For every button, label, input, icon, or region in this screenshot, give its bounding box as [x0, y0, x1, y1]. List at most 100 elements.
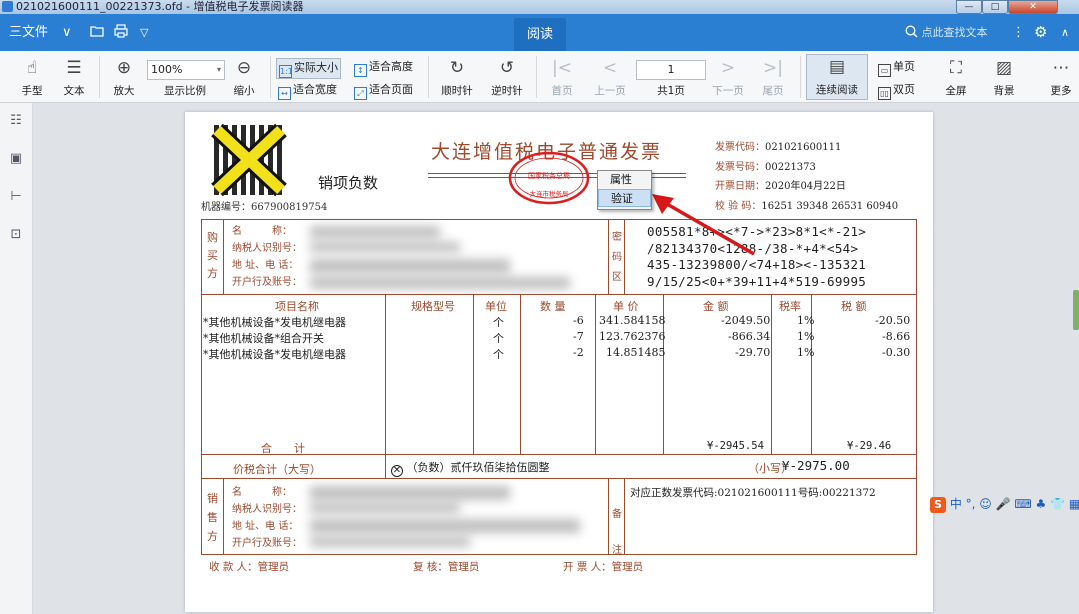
search-icon [905, 25, 918, 38]
invoice-page: 销项负数 机器编号：667900819754 大连增值税电子普通发票 国家税务总… [185, 112, 933, 612]
col-header-rate: 税率 [779, 300, 801, 313]
tab-read[interactable]: 阅读 [514, 18, 566, 51]
fit-width-label: 适合宽度 [293, 83, 337, 96]
redacted-seller-addr [310, 519, 580, 533]
continuous-read-button[interactable]: ▤ 连续阅读 [806, 54, 868, 100]
rotate-ccw-button[interactable]: ↺ 逆时针 [487, 56, 527, 98]
menu-bar: 三文件 ∨ ▽ 阅读 点此查找文本 ⋮ ⚙ ∧ [0, 14, 1079, 51]
total-tax: ¥-29.46 [847, 440, 892, 452]
settings-icon[interactable]: ⚙ [1034, 14, 1047, 51]
seal-text-top: 国家税务总局 [528, 171, 570, 180]
file-menu[interactable]: 三文件 [9, 14, 48, 51]
context-menu-verify[interactable]: 验证 [598, 189, 651, 207]
actual-size-button[interactable]: 1:1实际大小 [276, 58, 341, 79]
search-box[interactable]: 点此查找文本 [905, 14, 988, 51]
fit-height-button[interactable]: ↕ 适合高度 [354, 58, 413, 77]
text-tool-button[interactable]: ☰ 文本 [56, 56, 92, 98]
toolbar: ☝ 手型 ☰ 文本 ⊕ 放大 100% ▾ 显示比例 ⊖ 缩小 1:1实际大小 ↔ 适合宽度… [0, 51, 1079, 103]
maximize-button[interactable]: □ [982, 0, 1008, 14]
vertical-scrollbar[interactable] [1073, 290, 1079, 330]
fit-page-button[interactable]: ⤢ 适合页面 [354, 81, 413, 100]
amount-words-text: （负数）贰仟玖佰柒拾伍圆整 [406, 461, 550, 474]
item-amount: -866.34 [728, 330, 771, 343]
item-qty: -7 [573, 330, 584, 343]
seller-labels: 名 称： 纳税人识别号： 地 址、电 话： 开户行及账号： [232, 484, 302, 552]
col-line [223, 478, 224, 555]
buyer-labels: 名 称： 纳税人识别号： 地 址、电 话： 开户行及账号： [232, 223, 302, 291]
col-line [608, 219, 609, 294]
reviewer: 复 核：管理员 [413, 561, 480, 573]
double-page-button[interactable]: ▯▯ 双页 [878, 81, 915, 100]
hand-icon: ☝ [26, 58, 38, 78]
col-line [624, 219, 625, 294]
last-page-button[interactable]: >| 尾页 [756, 56, 790, 98]
col-line [595, 294, 596, 454]
collapse-icon[interactable]: ∧ [1061, 14, 1069, 51]
printer-icon[interactable] [114, 14, 128, 51]
more-dots-icon: ⋯ [1052, 58, 1070, 78]
fit-height-label: 适合高度 [369, 60, 413, 73]
amount-words: ✕ （负数）贰仟玖佰柒拾伍圆整 [391, 459, 550, 477]
more-icon[interactable]: ⋮ [1012, 14, 1025, 51]
rotate-cw-label: 顺时针 [441, 85, 473, 97]
first-page-button[interactable]: |< 首页 [546, 56, 578, 98]
title-bar: 021021600111_00221373.ofd - 增值税电子发票阅读器 —… [0, 0, 1079, 14]
fit-width-button[interactable]: ↔ 适合宽度 [278, 81, 337, 100]
text-label: 文本 [63, 85, 85, 97]
thumbnail-icon[interactable]: ▣ [6, 151, 26, 171]
cipher-line: 9/15/25<0+*39+11+4*519-69995 [647, 273, 867, 289]
buyer-tax-label: 纳税人识别号： [232, 243, 302, 254]
code-label: 发票代码： [715, 142, 765, 153]
zoom-in-button[interactable]: ⊕ 放大 [106, 56, 142, 98]
context-menu-properties[interactable]: 属性 [598, 171, 651, 189]
single-page-button[interactable]: ▭ 单页 [878, 58, 915, 77]
zoom-dropdown-icon: ▾ [216, 65, 221, 74]
zoom-in-label: 放大 [113, 85, 135, 97]
page-input[interactable]: 1 [636, 60, 706, 80]
tree-icon[interactable]: ⊢ [6, 189, 26, 209]
first-page-icon: |< [552, 58, 572, 78]
invalid-mark-icon [211, 123, 287, 197]
text-select-icon: ☰ [66, 58, 82, 78]
first-page-label: 首页 [551, 85, 573, 97]
col-header-qty: 数 量 [540, 300, 566, 313]
fullscreen-button[interactable]: ⛶ 全屏 [938, 56, 974, 98]
quick-access-icon[interactable]: ▽ [140, 14, 148, 51]
outline-icon[interactable]: ☷ [6, 113, 26, 133]
divider [536, 56, 537, 98]
next-page-button[interactable]: > 下一页 [708, 56, 748, 98]
invoice-number: 00221373 [765, 161, 816, 173]
prev-page-button[interactable]: < 上一页 [590, 56, 630, 98]
divider [800, 56, 801, 98]
col-header-price: 单 价 [613, 300, 639, 313]
row-line [201, 294, 917, 295]
hand-label: 手型 [21, 85, 43, 97]
col-line [385, 294, 386, 478]
prev-page-label: 上一页 [594, 85, 626, 97]
col-header-spec: 规格型号 [411, 300, 455, 313]
background-label: 背景 [993, 85, 1015, 97]
item-price: 341.584158 [599, 314, 666, 327]
buyer-name-label: 名 称： [232, 226, 292, 237]
ime-toolbar[interactable]: S 中 °, ☺ 🎤 ⌨ ♣ 👕 ▦ [930, 495, 1079, 513]
more-button[interactable]: ⋯ 更多 [1046, 56, 1076, 98]
close-button[interactable]: ✕ [1008, 0, 1058, 14]
annotation-icon[interactable]: ⊡ [6, 227, 26, 247]
rotate-cw-button[interactable]: ↻ 顺时针 [437, 56, 477, 98]
minimize-button[interactable]: — [956, 0, 982, 14]
rotate-ccw-label: 逆时针 [491, 85, 523, 97]
background-button[interactable]: ▨ 背景 [984, 56, 1024, 98]
zoom-out-button[interactable]: ⊖ 缩小 [226, 56, 262, 98]
ratio-label: 显示比例 [164, 85, 206, 97]
invoice-date: 2020年04月22日 [765, 181, 846, 192]
zoom-select[interactable]: 100% ▾ [147, 60, 225, 80]
hand-tool-button[interactable]: ☝ 手型 [14, 56, 50, 98]
divider [99, 56, 100, 98]
redacted-buyer-bank [310, 277, 570, 289]
prev-page-icon: < [602, 58, 618, 78]
item-rate: 1% [797, 330, 815, 343]
folder-icon[interactable] [90, 14, 104, 51]
file-dropdown-icon[interactable]: ∨ [62, 14, 72, 51]
rotate-cw-icon: ↻ [449, 58, 465, 78]
col-line [624, 478, 625, 555]
